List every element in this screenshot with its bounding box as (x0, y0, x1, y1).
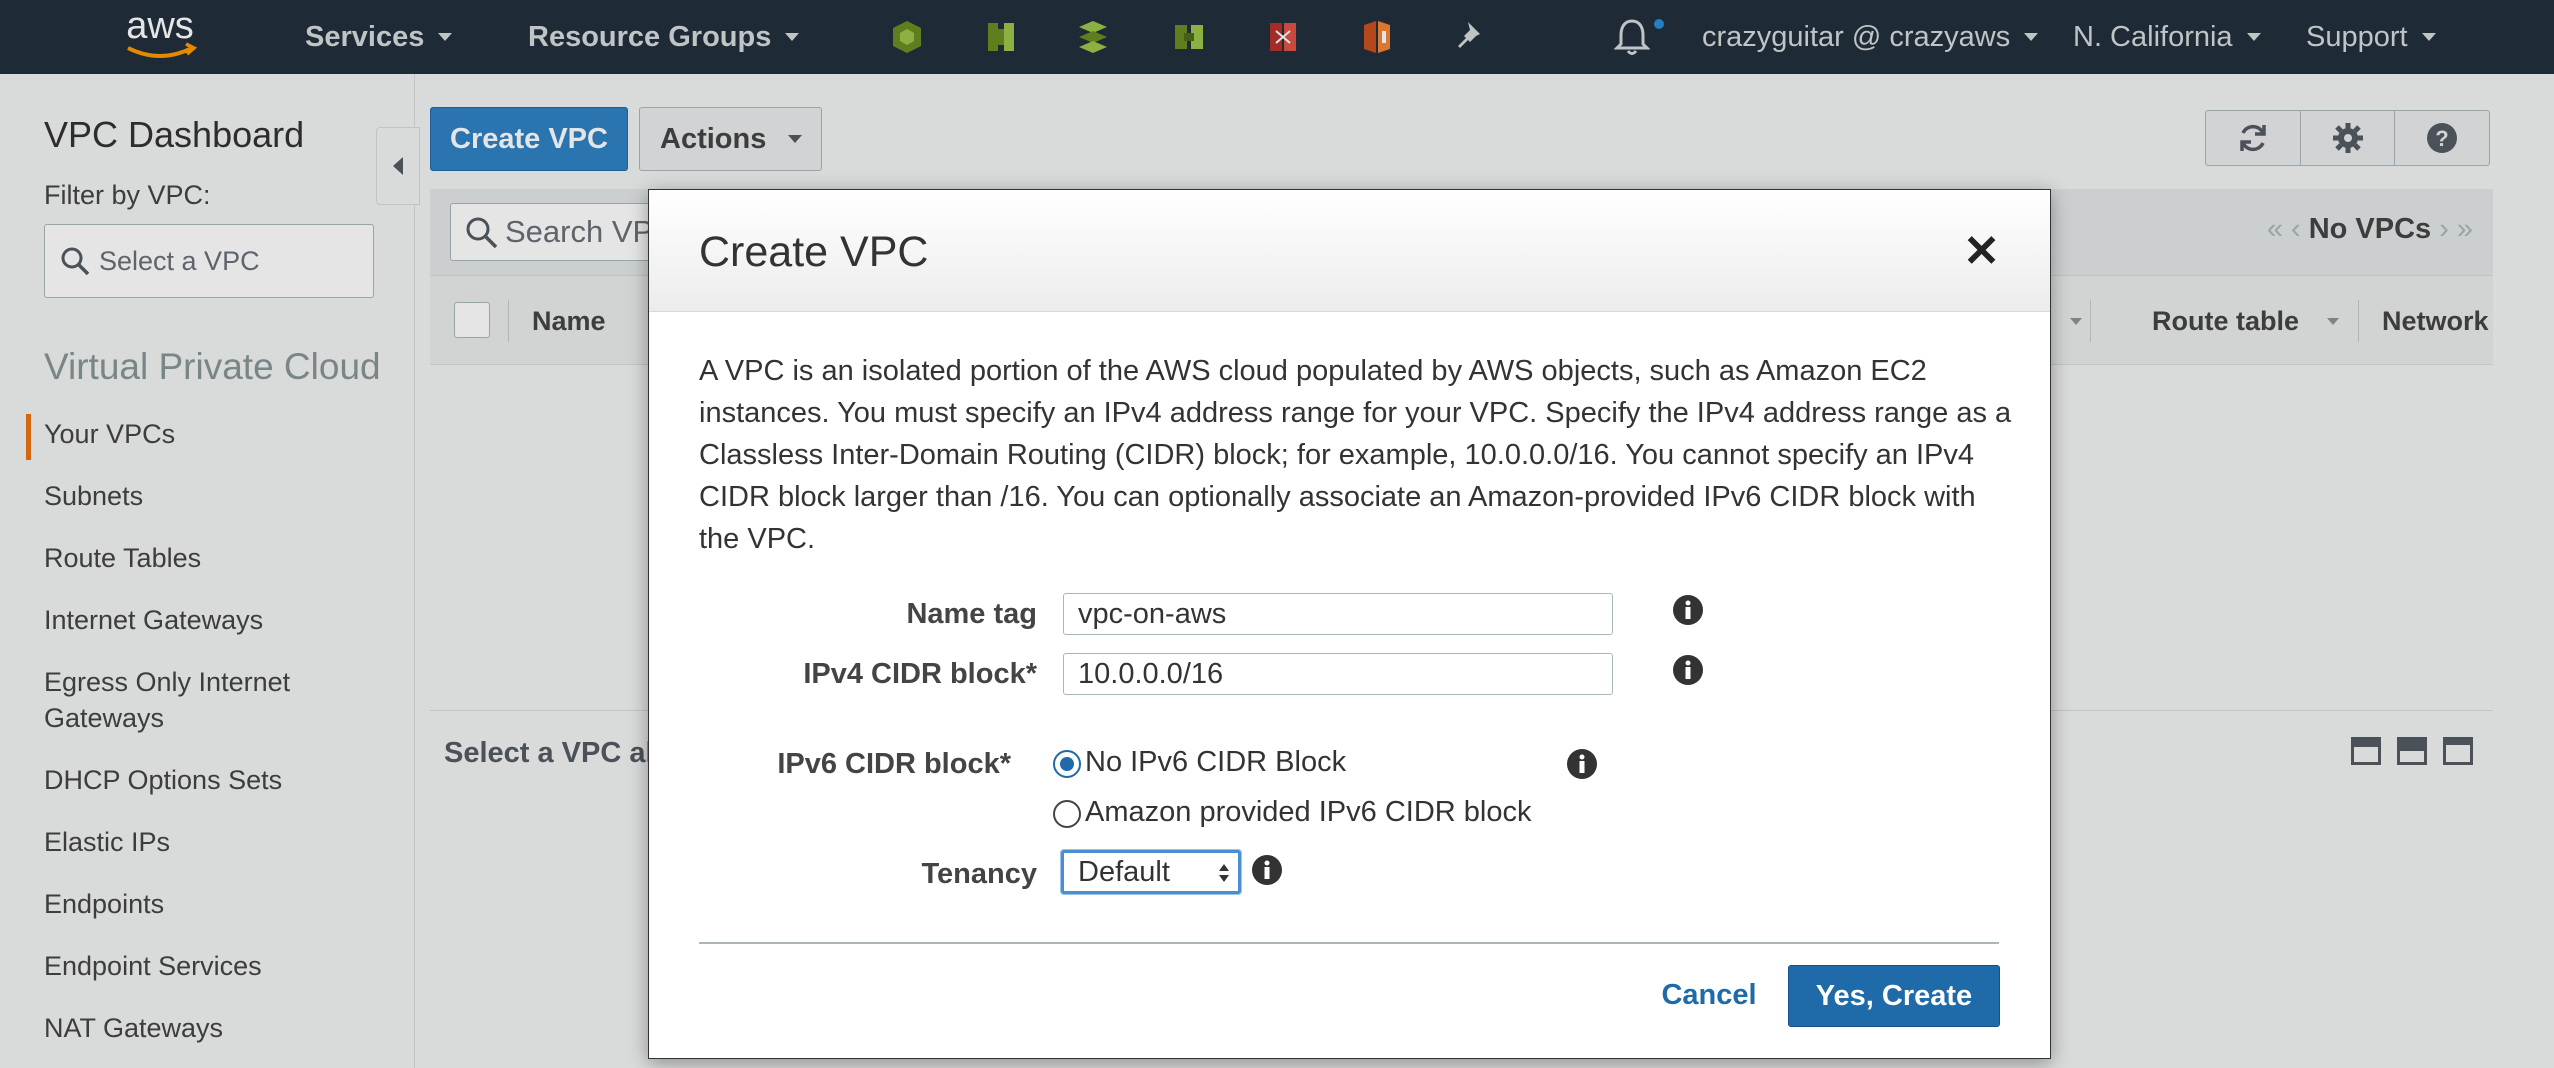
select-arrows-icon (1219, 864, 1229, 882)
yes-create-button[interactable]: Yes, Create (1788, 965, 2000, 1027)
modal-header: Create VPC ✕ (649, 190, 2050, 312)
tenancy-select[interactable]: Default (1061, 850, 1241, 894)
info-icon[interactable] (1672, 594, 1704, 626)
tenancy-value: Default (1078, 855, 1170, 888)
radio-amazon-ipv6[interactable] (1053, 800, 1081, 828)
name-tag-label: Name tag (906, 598, 1037, 630)
radio-no-ipv6-label[interactable]: No IPv6 CIDR Block (1085, 746, 1346, 779)
close-icon[interactable]: ✕ (1963, 230, 2000, 274)
ipv4-cidr-input[interactable]: 10.0.0.0/16 (1063, 653, 1613, 695)
radio-amazon-ipv6-label[interactable]: Amazon provided IPv6 CIDR block (1085, 796, 1531, 829)
ipv6-cidr-label: IPv6 CIDR block* (777, 748, 1011, 780)
tenancy-label: Tenancy (921, 858, 1037, 890)
cancel-button[interactable]: Cancel (1649, 965, 1769, 1025)
modal-divider (699, 942, 1999, 944)
radio-no-ipv6[interactable] (1053, 750, 1081, 778)
info-icon[interactable] (1672, 654, 1704, 686)
info-icon[interactable] (1251, 854, 1283, 886)
info-icon[interactable] (1566, 748, 1598, 780)
name-tag-input[interactable]: vpc-on-aws (1063, 593, 1613, 635)
modal-description: A VPC is an isolated portion of the AWS … (699, 355, 2012, 555)
create-vpc-modal: Create VPC ✕ A VPC is an isolated portio… (648, 189, 2051, 1059)
ipv4-cidr-label: IPv4 CIDR block* (803, 658, 1037, 690)
modal-title: Create VPC (699, 228, 929, 276)
